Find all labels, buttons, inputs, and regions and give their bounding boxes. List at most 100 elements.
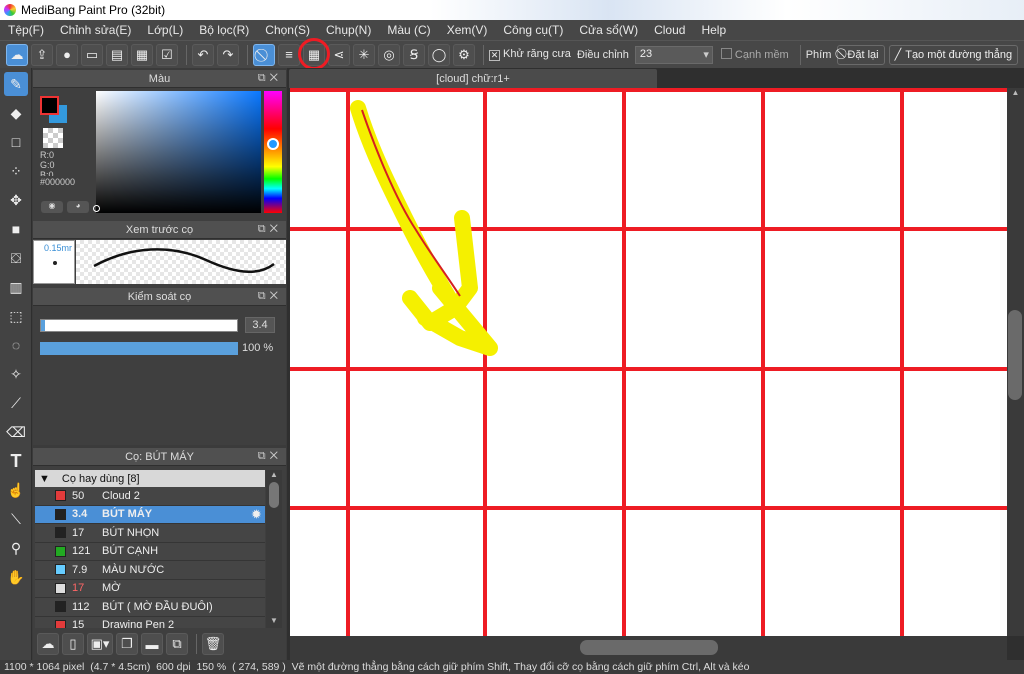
gradient-tool-icon[interactable]: ▥ [4,275,28,299]
drawing-canvas[interactable] [290,88,1007,636]
select-eraser-tool-icon[interactable]: ⌫ [4,420,28,444]
parallel-snap-icon[interactable]: ≡ [278,43,300,66]
cloud-icon[interactable]: ☁ [6,43,28,66]
share-icon[interactable]: ⇪ [31,43,53,66]
panel-layout-icon[interactable]: ▦ [131,43,153,66]
duplicate-icon[interactable]: ⧉ [166,633,188,655]
speech-bubble-icon[interactable]: ● [56,43,78,66]
folder-icon[interactable]: ▬ [141,633,163,655]
settings-gear-icon[interactable]: ⚙ [453,43,475,66]
bucket-tool-icon[interactable]: ⛋ [4,246,28,270]
scroll-up-icon[interactable]: ▲ [266,470,282,482]
brush-item[interactable]: 112 BÚT ( MỜ ĐẦU ĐUÔI) [35,598,265,617]
brush-item-size: 15 [72,619,85,628]
status-hint: Vẽ một đường thẳng bằng cách giữ phím Sh… [291,661,750,673]
rectangle-tool-icon[interactable]: □ [4,130,28,154]
checklist-icon[interactable]: ☑ [156,43,178,66]
scroll-up-icon[interactable]: ▲ [1007,88,1024,97]
snap-off-icon[interactable]: ⃠ [253,43,275,66]
dot-brush-tool-icon[interactable]: ⁘ [4,159,28,183]
brush-item[interactable]: 17 MỜ [35,579,265,598]
brush-size-value[interactable]: 3.4 [245,317,275,333]
panel-controls-icon[interactable]: ⧉✕ [258,450,282,463]
grid-snap-icon[interactable]: ▦ [298,37,330,70]
status-dpi: 600 dpi [156,661,191,673]
antialias-checkbox[interactable]: ✕ Khử răng cưa [489,48,571,61]
copy-brush-icon[interactable]: ❐ [116,633,138,655]
brush-item-size: 7.9 [72,563,88,576]
menu-filter[interactable]: Bộ lọc(R) [191,20,257,40]
brush-opacity-slider[interactable] [40,342,238,355]
text-tool-icon[interactable]: T [4,449,28,473]
brush-item[interactable]: 17 BÚT NHỌN [35,524,265,543]
cloud-brush-icon[interactable]: ☁ [37,633,59,655]
menu-file[interactable]: Tệp(F) [0,20,52,40]
menu-help[interactable]: Help [693,20,734,40]
brush-tool-icon[interactable]: ✎ [4,72,28,96]
horizontal-scroll-thumb[interactable] [580,640,718,655]
trash-icon[interactable]: 🗑 [202,633,224,655]
create-line-button[interactable]: ╱ Tạo một đường thẳng [888,44,1019,65]
palette-button[interactable]: ◉ [41,201,63,213]
soft-edge-checkbox[interactable]: Cạnh mềm [720,48,789,61]
magic-wand-tool-icon[interactable]: ✧ [4,362,28,386]
checkbox-unchecked-icon [720,48,732,59]
hand-tool-icon[interactable]: ✋ [4,565,28,589]
menu-color[interactable]: Màu (C) [379,20,438,40]
panel-controls-icon[interactable]: ⧉✕ [258,72,282,85]
scroll-down-icon[interactable]: ▼ [266,616,282,628]
menu-layer[interactable]: Lớp(L) [139,20,191,40]
menu-tools[interactable]: Công cụ(T) [495,20,571,40]
color-saturation-field[interactable] [96,91,261,213]
brush-item[interactable]: 121 BÚT CẠNH [35,542,265,561]
rgb-g-readout: G:0 [40,160,55,170]
menu-snap[interactable]: Chụp(N) [318,20,379,40]
transparent-swatch[interactable] [43,128,63,148]
menu-window[interactable]: Cửa sổ(W) [571,20,646,40]
color-add-button[interactable]: ◕ [67,201,89,213]
brush-item[interactable]: 50 Cloud 2 [35,487,265,506]
foreground-color-swatch[interactable] [40,96,59,115]
brush-group-header[interactable]: ▼ Cọ hay dùng [8] [35,470,265,487]
radial-line-icon[interactable]: ⋖ [328,43,350,66]
select-pen-tool-icon[interactable]: ⟋ [4,391,28,415]
new-brush-icon[interactable]: ▯ [62,633,84,655]
status-zoom: 150 % [196,661,227,673]
divide-tool-icon[interactable]: ⟍ [4,507,28,531]
redo-icon[interactable]: ↷ [217,43,239,66]
page-icon[interactable]: ▤ [106,43,128,66]
comment-icon[interactable]: ▭ [81,43,103,66]
brush-list-scroll-thumb[interactable] [269,482,279,508]
hue-handle-icon[interactable] [267,138,279,150]
document-tab[interactable]: [cloud] chữ:r1+ [289,69,657,88]
adjust-dropdown[interactable]: 23 [634,45,713,64]
concentric-circle-icon[interactable]: ◎ [378,43,400,66]
brush-list-scrollbar[interactable]: ▲ ▼ [266,470,282,628]
menu-select[interactable]: Chọn(S) [257,20,318,40]
select-rect-tool-icon[interactable]: ⬚ [4,304,28,328]
fill-shape-tool-icon[interactable]: ■ [4,217,28,241]
radial-burst-icon[interactable]: ✳ [353,43,375,66]
brush-size-slider[interactable] [40,319,238,332]
ellipse-snap-icon[interactable]: ◯ [428,43,450,66]
eraser-tool-icon[interactable]: ◆ [4,101,28,125]
operation-tool-icon[interactable]: ☝ [4,478,28,502]
panel-controls-icon[interactable]: ⧉✕ [258,223,282,236]
brush-item-selected[interactable]: 3.4 BÚT MÁY ✹ [35,505,265,524]
brush-item[interactable]: 15 Drawing Pen 2 [35,616,265,628]
add-brush-icon[interactable]: ▣▾ [87,633,113,655]
menu-edit[interactable]: Chỉnh sửa(E) [52,20,139,40]
reset-button[interactable]: ⃠Đặt lại [837,44,885,65]
undo-icon[interactable]: ↶ [192,43,214,66]
panel-controls-icon[interactable]: ⧉✕ [258,290,282,303]
brush-item[interactable]: 7.9 MÀU NƯỚC [35,561,265,580]
curve-snap-icon[interactable]: Ꞩ [403,43,425,66]
lasso-tool-icon[interactable]: ◌ [4,333,28,357]
eyedropper-tool-icon[interactable]: ⚲ [4,536,28,560]
move-tool-icon[interactable]: ✥ [4,188,28,212]
menu-view[interactable]: Xem(V) [439,20,496,40]
brush-settings-gear-icon[interactable]: ✹ [252,508,261,521]
hue-slider[interactable] [264,91,282,213]
vertical-scroll-thumb[interactable] [1008,310,1022,400]
menu-cloud[interactable]: Cloud [646,20,693,40]
